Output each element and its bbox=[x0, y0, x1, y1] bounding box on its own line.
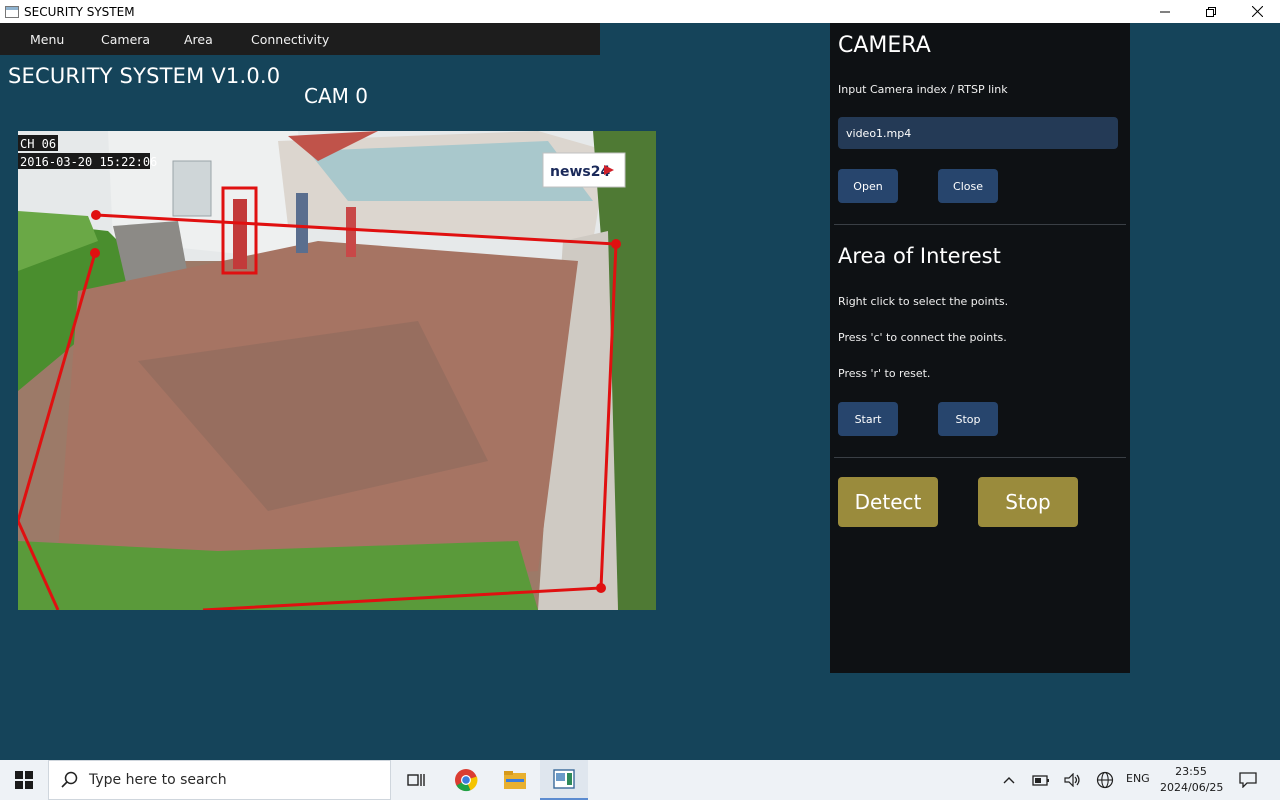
restore-button[interactable] bbox=[1188, 0, 1234, 23]
input-label: Input Camera index / RTSP link bbox=[838, 83, 1008, 96]
folder-icon bbox=[504, 771, 526, 789]
instruction-connect-points: Press 'c' to connect the points. bbox=[838, 331, 1007, 344]
task-view-button[interactable] bbox=[392, 760, 440, 800]
taskbar-search[interactable]: Type here to search bbox=[48, 760, 391, 800]
camera-label: CAM 0 bbox=[304, 84, 368, 108]
chrome-icon bbox=[455, 769, 478, 792]
notifications-button[interactable] bbox=[1234, 760, 1262, 800]
menu-bar: Menu Camera Area Connectivity bbox=[0, 23, 600, 55]
minimize-button[interactable] bbox=[1142, 0, 1188, 23]
divider bbox=[834, 224, 1126, 225]
menu-item-camera[interactable]: Camera bbox=[101, 32, 150, 47]
app-window-icon bbox=[553, 769, 575, 789]
security-app-taskbar-button[interactable] bbox=[540, 760, 588, 800]
osd-channel: CH 06 bbox=[20, 137, 56, 151]
window-controls bbox=[1142, 0, 1280, 23]
close-window-button[interactable] bbox=[1234, 0, 1280, 23]
open-button[interactable]: Open bbox=[838, 169, 898, 203]
start-button[interactable] bbox=[0, 760, 48, 800]
search-placeholder: Type here to search bbox=[89, 772, 227, 788]
close-icon bbox=[1251, 6, 1263, 17]
camera-frame: CH 06 2016-03-20 15:22:06 news24 bbox=[18, 131, 656, 610]
clock-time: 23:55 bbox=[1175, 765, 1207, 778]
system-clock[interactable]: 23:55 2024/06/25 bbox=[1160, 764, 1224, 796]
camera-heading: CAMERA bbox=[838, 33, 931, 58]
title-bar: SECURITY SYSTEM bbox=[0, 0, 1280, 23]
taskbar: Type here to search ENG 23:55 2024/06/25 bbox=[0, 760, 1280, 800]
detect-button[interactable]: Detect bbox=[838, 477, 938, 527]
chevron-up-icon bbox=[1003, 777, 1015, 784]
app-title: SECURITY SYSTEM V1.0.0 bbox=[8, 64, 281, 88]
roi-point bbox=[91, 210, 101, 220]
divider bbox=[834, 457, 1126, 458]
battery-status[interactable] bbox=[1030, 760, 1052, 800]
notification-icon bbox=[1239, 772, 1257, 788]
window-title: SECURITY SYSTEM bbox=[24, 4, 135, 19]
roi-point bbox=[90, 248, 100, 258]
osd-timestamp: 2016-03-20 15:22:06 bbox=[20, 155, 157, 169]
speaker-icon bbox=[1064, 773, 1080, 787]
search-icon bbox=[61, 771, 78, 788]
control-panel: CAMERA Input Camera index / RTSP link Op… bbox=[830, 23, 1130, 673]
app-icon bbox=[5, 5, 19, 18]
watermark-logo: news24 bbox=[550, 164, 610, 180]
instruction-reset: Press 'r' to reset. bbox=[838, 367, 931, 380]
menu-item-connectivity[interactable]: Connectivity bbox=[251, 32, 329, 47]
input-language[interactable]: ENG bbox=[1126, 772, 1150, 785]
minimize-icon bbox=[1160, 11, 1170, 12]
camera-feed[interactable]: CH 06 2016-03-20 15:22:06 news24 bbox=[18, 131, 656, 610]
stop-area-button[interactable]: Stop bbox=[938, 402, 998, 436]
task-view-icon bbox=[407, 774, 425, 786]
battery-icon bbox=[1032, 775, 1049, 786]
instruction-select-points: Right click to select the points. bbox=[838, 295, 1009, 308]
clock-date: 2024/06/25 bbox=[1160, 781, 1224, 794]
roi-point bbox=[611, 239, 621, 249]
volume-control[interactable] bbox=[1062, 760, 1084, 800]
globe-icon bbox=[1096, 771, 1114, 789]
camera-source-input[interactable] bbox=[838, 117, 1118, 149]
restore-icon bbox=[1206, 6, 1216, 17]
windows-icon bbox=[15, 771, 33, 789]
start-button[interactable]: Start bbox=[838, 402, 898, 436]
close-button[interactable]: Close bbox=[938, 169, 998, 203]
chrome-button[interactable] bbox=[442, 760, 490, 800]
menu-item-area[interactable]: Area bbox=[184, 32, 213, 47]
file-explorer-button[interactable] bbox=[491, 760, 539, 800]
show-hidden-icons-button[interactable] bbox=[998, 760, 1020, 800]
network-status[interactable] bbox=[1094, 760, 1116, 800]
roi-point bbox=[596, 583, 606, 593]
area-of-interest-heading: Area of Interest bbox=[838, 244, 1001, 268]
stop-detect-button[interactable]: Stop bbox=[978, 477, 1078, 527]
menu-item-menu[interactable]: Menu bbox=[30, 32, 64, 47]
